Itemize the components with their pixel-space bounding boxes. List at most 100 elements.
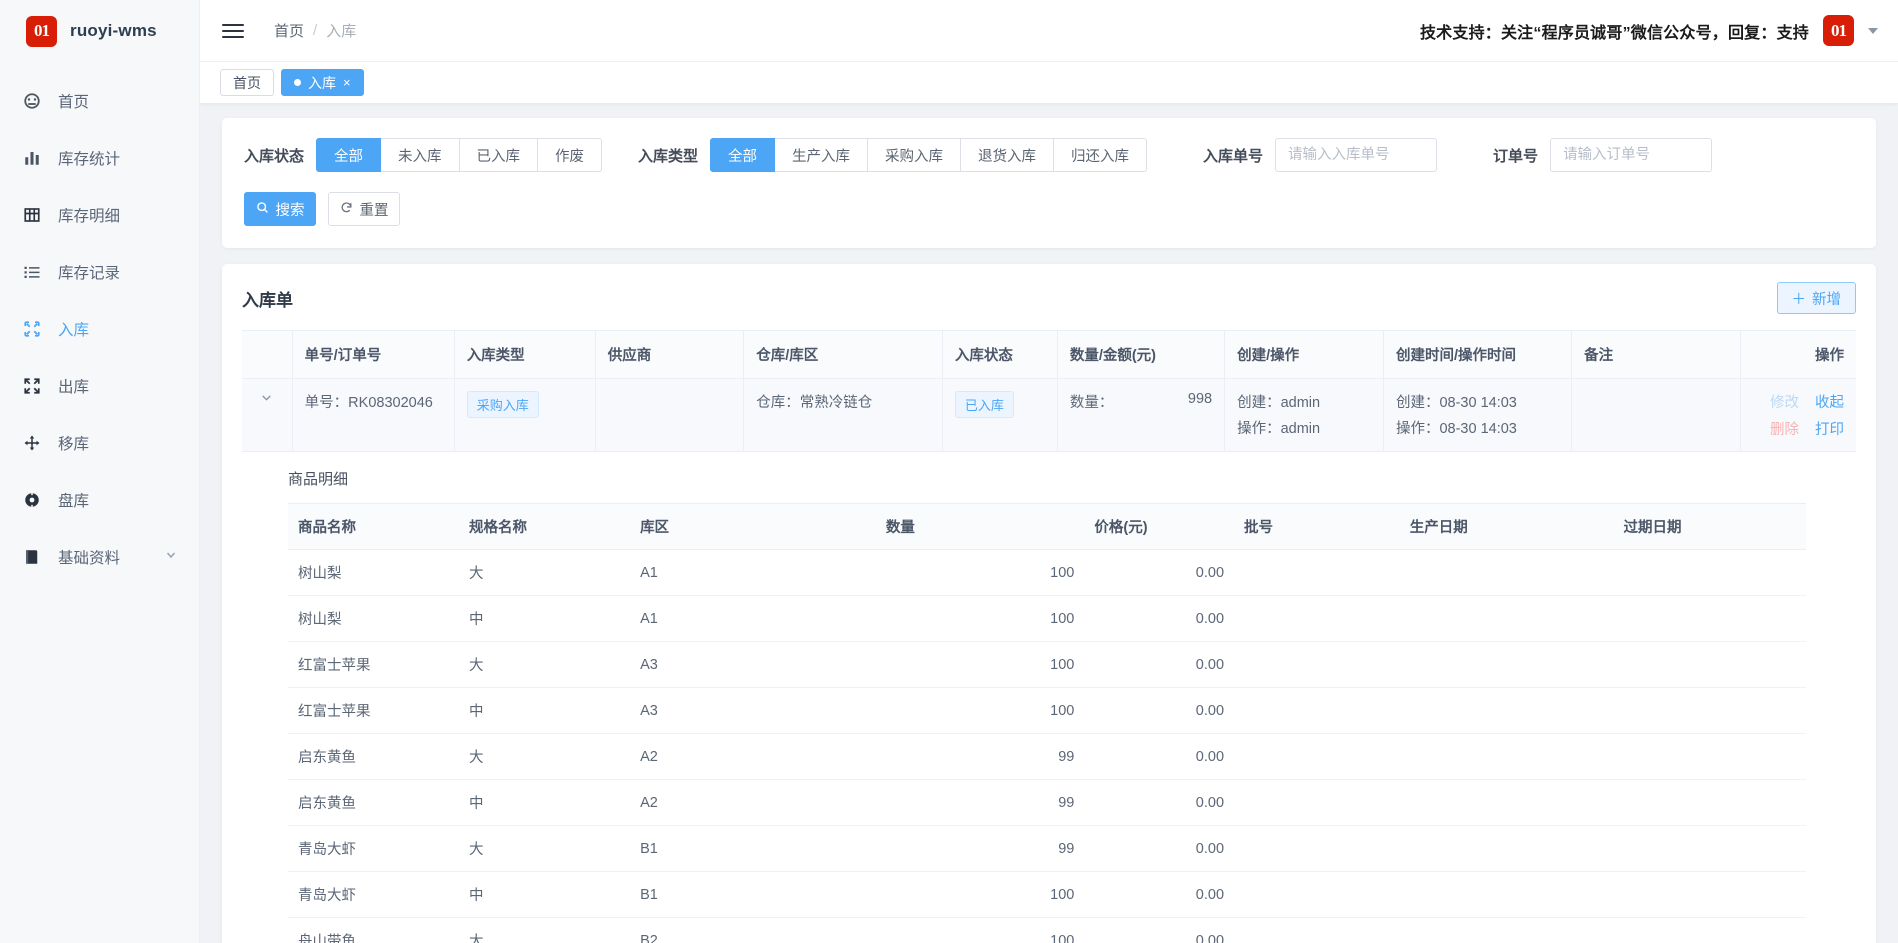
sidebar-item-label: 库存明细 — [58, 204, 120, 226]
sidebar-item-outbound[interactable]: 出库 — [0, 357, 199, 414]
filter-order-no-label: 入库单号 — [1203, 145, 1263, 166]
detail-exp-date — [1614, 826, 1806, 872]
move-icon — [22, 433, 41, 452]
topbar: 首页 / 入库 技术支持：关注“程序员诚哥”微信公众号，回复：支持 01 — [200, 0, 1898, 62]
sidebar-item-inventory-record[interactable]: 库存记录 — [0, 243, 199, 300]
status-option-not-in[interactable]: 未入库 — [381, 138, 460, 172]
po-no-input[interactable] — [1550, 138, 1712, 172]
sidebar-item-move[interactable]: 移库 — [0, 414, 199, 471]
table-header-row: 入库单 ＋ 新增 — [242, 282, 1856, 314]
filter-po-no-label: 订单号 — [1493, 145, 1538, 166]
detail-qty: 100 — [876, 872, 1084, 918]
dcol-qty: 数量 — [876, 504, 1084, 550]
detail-name: 启东黄鱼 — [288, 734, 459, 780]
detail-qty: 100 — [876, 596, 1084, 642]
detail-area: B1 — [630, 826, 876, 872]
type-option-return[interactable]: 退货入库 — [961, 138, 1054, 172]
reset-button-label: 重置 — [360, 199, 389, 220]
tab-inbound[interactable]: 入库 × — [281, 69, 364, 96]
detail-qty: 100 — [876, 688, 1084, 734]
detail-prod-date — [1400, 550, 1614, 596]
detail-name: 树山梨 — [288, 550, 459, 596]
stocktake-icon — [22, 490, 41, 509]
row-remark — [1572, 379, 1741, 452]
detail-row: 舟山带鱼大B21000.00 — [288, 918, 1806, 943]
avatar[interactable]: 01 — [1823, 15, 1854, 46]
filter-order-no-group: 入库单号 — [1203, 138, 1437, 172]
detail-spec: 大 — [459, 734, 630, 780]
active-dot-icon — [294, 79, 301, 86]
reset-button[interactable]: 重置 — [328, 192, 400, 226]
order-no-input[interactable] — [1275, 138, 1437, 172]
detail-price: 0.00 — [1084, 918, 1234, 943]
detail-spec: 大 — [459, 826, 630, 872]
status-option-in[interactable]: 已入库 — [460, 138, 539, 172]
close-icon[interactable]: × — [343, 75, 351, 90]
sidebar-item-label: 移库 — [58, 432, 89, 454]
type-option-all[interactable]: 全部 — [710, 138, 775, 172]
dcol-price: 价格(元) — [1084, 504, 1234, 550]
edit-link[interactable]: 修改 — [1770, 391, 1799, 412]
detail-prod-date — [1400, 780, 1614, 826]
type-option-production[interactable]: 生产入库 — [775, 138, 868, 172]
type-option-giveback[interactable]: 归还入库 — [1054, 138, 1147, 172]
filter-buttons: 搜索 重置 — [244, 192, 1854, 226]
sidebar-item-home[interactable]: 首页 — [0, 72, 199, 129]
plus-icon: ＋ — [1792, 288, 1807, 309]
tab-label: 首页 — [233, 73, 261, 93]
detail-price: 0.00 — [1084, 734, 1234, 780]
detail-area: A2 — [630, 780, 876, 826]
detail-spec: 大 — [459, 550, 630, 596]
dcol-area: 库区 — [630, 504, 876, 550]
row-expand-cell[interactable] — [242, 379, 292, 452]
sidebar-item-basic-data[interactable]: 基础资料 — [0, 528, 199, 585]
brand-name: ruoyi-wms — [70, 21, 157, 41]
row-operations: 修改 收起 删除 打印 — [1753, 391, 1844, 439]
brand[interactable]: 01 ruoyi-wms — [0, 0, 199, 62]
row-creator-cell: 创建：admin 操作：admin — [1225, 379, 1384, 452]
detail-row: 青岛大虾中B11000.00 — [288, 872, 1806, 918]
sidebar-toggle-icon[interactable] — [222, 21, 244, 41]
add-button[interactable]: ＋ 新增 — [1777, 282, 1857, 314]
sidebar-item-inventory-stats[interactable]: 库存统计 — [0, 129, 199, 186]
detail-exp-date — [1614, 734, 1806, 780]
type-option-purchase[interactable]: 采购入库 — [868, 138, 961, 172]
sidebar-item-stocktake[interactable]: 盘库 — [0, 471, 199, 528]
inbound-table-panel: 入库单 ＋ 新增 单号/订单号 — [222, 264, 1876, 943]
chevron-down-icon[interactable] — [1868, 28, 1878, 34]
outbound-icon — [22, 376, 41, 395]
detail-price: 0.00 — [1084, 550, 1234, 596]
detail-exp-date — [1614, 780, 1806, 826]
sidebar-item-label: 库存记录 — [58, 261, 120, 283]
status-option-void[interactable]: 作废 — [538, 138, 602, 172]
col-warehouse: 仓库/库区 — [744, 331, 943, 379]
create-time: 创建：08-30 14:03 — [1396, 391, 1559, 412]
detail-row: 启东黄鱼大A2990.00 — [288, 734, 1806, 780]
col-creator-operator: 创建/操作 — [1225, 331, 1384, 379]
breadcrumb-home[interactable]: 首页 — [274, 20, 304, 41]
sidebar-item-inventory-detail[interactable]: 库存明细 — [0, 186, 199, 243]
status-option-all[interactable]: 全部 — [316, 138, 381, 172]
search-button[interactable]: 搜索 — [244, 192, 316, 226]
row-status-cell: 已入库 — [942, 379, 1057, 452]
detail-name: 启东黄鱼 — [288, 780, 459, 826]
print-link[interactable]: 打印 — [1815, 418, 1844, 439]
filter-type-label: 入库类型 — [638, 145, 698, 166]
detail-spec: 中 — [459, 688, 630, 734]
detail-exp-date — [1614, 596, 1806, 642]
detail-spec: 中 — [459, 596, 630, 642]
detail-row: 青岛大虾大B1990.00 — [288, 826, 1806, 872]
detail-qty: 100 — [876, 918, 1084, 943]
detail-spec: 中 — [459, 780, 630, 826]
filter-status-label: 入库状态 — [244, 145, 304, 166]
collapse-link[interactable]: 收起 — [1815, 391, 1844, 412]
detail-price: 0.00 — [1084, 872, 1234, 918]
chevron-down-icon[interactable] — [260, 392, 273, 407]
row-in-type-cell: 采购入库 — [454, 379, 595, 452]
qty-value: 998 — [1188, 391, 1212, 412]
detail-name: 青岛大虾 — [288, 872, 459, 918]
tab-home[interactable]: 首页 — [220, 69, 274, 96]
delete-link[interactable]: 删除 — [1770, 418, 1799, 439]
sidebar-item-inbound[interactable]: 入库 — [0, 300, 199, 357]
app-root: 01 ruoyi-wms 首页 库存统计 库存明细 — [0, 0, 1898, 943]
